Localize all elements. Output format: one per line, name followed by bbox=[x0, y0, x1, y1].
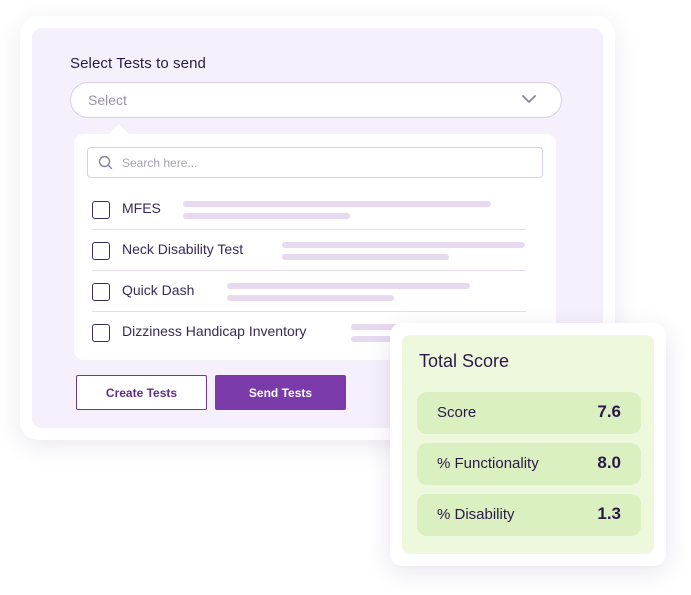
checkbox-dizziness-handicap[interactable] bbox=[92, 324, 110, 342]
functionality-row: % Functionality 8.0 bbox=[417, 443, 641, 485]
create-tests-button[interactable]: Create Tests bbox=[76, 375, 207, 410]
panel-title: Select Tests to send bbox=[70, 55, 206, 72]
placeholder-line bbox=[227, 295, 394, 301]
stage: Select Tests to send Select Search here.… bbox=[0, 0, 691, 595]
total-score-panel: Total Score Score 7.6 % Functionality 8.… bbox=[402, 335, 654, 554]
list-item[interactable]: Neck Disability Test bbox=[92, 230, 526, 271]
score-label: Score bbox=[437, 404, 477, 421]
checkbox-quick-dash[interactable] bbox=[92, 283, 110, 301]
chevron-down-icon bbox=[522, 95, 536, 103]
list-item-label: Dizziness Handicap Inventory bbox=[122, 323, 307, 339]
disability-row: % Disability 1.3 bbox=[417, 494, 641, 536]
total-score-card: Total Score Score 7.6 % Functionality 8.… bbox=[390, 323, 666, 566]
search-icon bbox=[98, 155, 113, 170]
search-placeholder: Search here... bbox=[122, 156, 198, 170]
total-score-title: Total Score bbox=[419, 351, 510, 371]
list-item-label: Quick Dash bbox=[122, 282, 195, 298]
list-item[interactable]: MFES bbox=[92, 189, 526, 230]
dropdown-caret bbox=[108, 124, 130, 135]
list-item-label: Neck Disability Test bbox=[122, 241, 244, 257]
placeholder-line bbox=[227, 283, 470, 289]
list-item[interactable]: Quick Dash bbox=[92, 271, 526, 312]
placeholder-line bbox=[183, 201, 491, 207]
placeholder-line bbox=[282, 254, 449, 260]
placeholder-line bbox=[282, 242, 525, 248]
placeholder-line bbox=[183, 213, 350, 219]
functionality-value: 8.0 bbox=[597, 453, 621, 472]
score-row: Score 7.6 bbox=[417, 392, 641, 434]
checkbox-mfes[interactable] bbox=[92, 201, 110, 219]
functionality-label: % Functionality bbox=[437, 455, 539, 472]
list-item-label: MFES bbox=[122, 200, 161, 216]
checkbox-neck-disability[interactable] bbox=[92, 242, 110, 260]
disability-value: 1.3 bbox=[597, 504, 621, 523]
search-input[interactable]: Search here... bbox=[87, 147, 543, 178]
disability-label: % Disability bbox=[437, 506, 515, 523]
score-value: 7.6 bbox=[597, 402, 621, 421]
select-placeholder: Select bbox=[88, 92, 127, 108]
test-select-dropdown[interactable]: Select bbox=[70, 82, 562, 118]
send-tests-button[interactable]: Send Tests bbox=[215, 375, 346, 410]
